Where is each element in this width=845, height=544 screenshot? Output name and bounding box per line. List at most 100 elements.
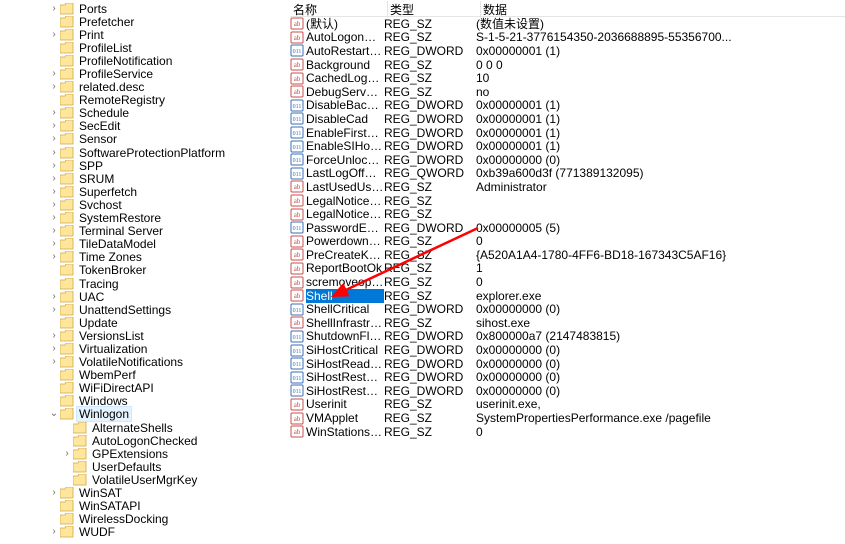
tree-item-update[interactable]: ·Update xyxy=(10,316,290,329)
value-row[interactable]: 011EnableFirstLogo...REG_DWORD0x00000001… xyxy=(290,126,845,140)
tree-item-virtualization[interactable]: ›Virtualization xyxy=(10,342,290,355)
tree-item-windows[interactable]: ·Windows xyxy=(10,395,290,408)
chevron-right-icon[interactable]: › xyxy=(49,121,59,131)
value-row[interactable]: 011SiHostReadyTi...REG_DWORD0x00000000 (… xyxy=(290,357,845,371)
value-row[interactable]: abCachedLogons...REG_SZ10 xyxy=(290,71,845,85)
tree-item-alternateshells[interactable]: ·AlternateShells xyxy=(10,421,290,434)
chevron-right-icon[interactable]: › xyxy=(49,187,59,197)
chevron-right-icon[interactable]: › xyxy=(49,30,59,40)
tree-item-winsat[interactable]: ›WinSAT xyxy=(10,486,290,499)
value-row[interactable]: 011ShellCriticalREG_DWORD0x00000000 (0) xyxy=(290,302,845,316)
value-row[interactable]: abReportBootOkREG_SZ1 xyxy=(290,262,845,276)
value-row[interactable]: 011EnableSIHostIn...REG_DWORD0x00000001 … xyxy=(290,139,845,153)
chevron-right-icon[interactable]: › xyxy=(49,305,59,315)
chevron-right-icon[interactable]: › xyxy=(49,527,59,537)
value-row[interactable]: 011LastLogOffEndT...REG_QWORD0xb39a600d3… xyxy=(290,167,845,181)
tree-item-schedule[interactable]: ›Schedule xyxy=(10,107,290,120)
tree-item-volatileusermgrkey[interactable]: ·VolatileUserMgrKey xyxy=(10,473,290,486)
chevron-right-icon[interactable]: › xyxy=(49,488,59,498)
tree-item-ports[interactable]: ›Ports xyxy=(10,2,290,15)
value-row[interactable]: 011PasswordExpiry...REG_DWORD0x00000005 … xyxy=(290,221,845,235)
chevron-right-icon[interactable]: › xyxy=(49,148,59,158)
tree-item-terminal-server[interactable]: ›Terminal Server xyxy=(10,225,290,238)
chevron-down-icon[interactable]: ⌄ xyxy=(49,409,59,419)
tree-item-wbemperf[interactable]: ·WbemPerf xyxy=(10,369,290,382)
chevron-right-icon[interactable]: › xyxy=(49,344,59,354)
tree-item-unattendsettings[interactable]: ›UnattendSettings xyxy=(10,303,290,316)
tree-item-systemrestore[interactable]: ›SystemRestore xyxy=(10,212,290,225)
tree-item-softwareprotectionplatform[interactable]: ›SoftwareProtectionPlatform xyxy=(10,146,290,159)
tree-item-uac[interactable]: ›UAC xyxy=(10,290,290,303)
tree-item-related-desc[interactable]: ›related.desc xyxy=(10,81,290,94)
chevron-right-icon[interactable]: › xyxy=(62,449,72,459)
tree-item-volatilenotifications[interactable]: ›VolatileNotifications xyxy=(10,356,290,369)
tree-item-prefetcher[interactable]: ·Prefetcher xyxy=(10,15,290,28)
chevron-right-icon[interactable]: › xyxy=(49,226,59,236)
value-row[interactable]: abLegalNoticeCap...REG_SZ xyxy=(290,194,845,208)
tree-item-superfetch[interactable]: ›Superfetch xyxy=(10,185,290,198)
tree-item-winsatapi[interactable]: ·WinSATAPI xyxy=(10,500,290,513)
value-row[interactable]: 011AutoRestartShellREG_DWORD0x00000001 (… xyxy=(290,44,845,58)
value-row[interactable]: abLastUsedUsern...REG_SZAdministrator xyxy=(290,180,845,194)
value-row[interactable]: 011SiHostCriticalREG_DWORD0x00000000 (0) xyxy=(290,343,845,357)
value-row[interactable]: abPreCreateKnow...REG_SZ{A520A1A4-1780-4… xyxy=(290,248,845,262)
registry-values-list[interactable]: 名称 类型 数据 ab(默认)REG_SZ(数值未设置)abAutoLogonS… xyxy=(290,0,845,544)
tree-item-wifidirectapi[interactable]: ·WiFiDirectAPI xyxy=(10,382,290,395)
tree-item-wirelessdocking[interactable]: ·WirelessDocking xyxy=(10,513,290,526)
tree-item-winlogon[interactable]: ⌄Winlogon xyxy=(10,408,290,421)
chevron-right-icon[interactable]: › xyxy=(49,252,59,262)
tree-item-svchost[interactable]: ›Svchost xyxy=(10,198,290,211)
value-row[interactable]: 011SiHostRestartC...REG_DWORD0x00000000 … xyxy=(290,370,845,384)
tree-item-profilelist[interactable]: ·ProfileList xyxy=(10,41,290,54)
value-row[interactable]: abPowerdownAfte...REG_SZ0 xyxy=(290,235,845,249)
value-row[interactable]: abAutoLogonSIDREG_SZS-1-5-21-3776154350-… xyxy=(290,31,845,45)
tree-item-wudf[interactable]: ›WUDF xyxy=(10,526,290,539)
chevron-right-icon[interactable]: › xyxy=(49,200,59,210)
value-row[interactable]: 011DisableBackBut...REG_DWORD0x00000001 … xyxy=(290,99,845,113)
value-row[interactable]: abDebugServerCo...REG_SZno xyxy=(290,85,845,99)
chevron-right-icon[interactable]: › xyxy=(49,174,59,184)
value-row[interactable]: 011DisableCadREG_DWORD0x00000001 (1) xyxy=(290,112,845,126)
tree-item-print[interactable]: ›Print xyxy=(10,28,290,41)
value-row[interactable]: abWinStationsDis...REG_SZ0 xyxy=(290,425,845,439)
tree-item-sensor[interactable]: ›Sensor xyxy=(10,133,290,146)
tree-item-time-zones[interactable]: ›Time Zones xyxy=(10,251,290,264)
chevron-right-icon[interactable]: › xyxy=(49,331,59,341)
value-row[interactable]: abVMAppletREG_SZSystemPropertiesPerforma… xyxy=(290,411,845,425)
chevron-right-icon[interactable]: › xyxy=(49,4,59,14)
value-row[interactable]: abUserinitREG_SZuserinit.exe, xyxy=(290,398,845,412)
chevron-right-icon[interactable]: › xyxy=(49,239,59,249)
tree-item-gpextensions[interactable]: ›GPExtensions xyxy=(10,447,290,460)
tree-item-profilenotification[interactable]: ·ProfileNotification xyxy=(10,54,290,67)
value-row[interactable]: abShellREG_SZexplorer.exe xyxy=(290,289,845,303)
chevron-right-icon[interactable]: › xyxy=(49,213,59,223)
value-row[interactable]: 011ForceUnlockLo...REG_DWORD0x00000000 (… xyxy=(290,153,845,167)
chevron-right-icon[interactable]: › xyxy=(49,108,59,118)
tree-item-userdefaults[interactable]: ·UserDefaults xyxy=(10,460,290,473)
tree-item-autologonchecked[interactable]: ·AutoLogonChecked xyxy=(10,434,290,447)
tree-item-tracing[interactable]: ·Tracing xyxy=(10,277,290,290)
tree-item-tiledatamodel[interactable]: ›TileDataModel xyxy=(10,238,290,251)
value-row[interactable]: abBackgroundREG_SZ0 0 0 xyxy=(290,58,845,72)
tree-item-srum[interactable]: ›SRUM xyxy=(10,172,290,185)
value-row[interactable]: ab(默认)REG_SZ(数值未设置) xyxy=(290,17,845,31)
value-row[interactable]: abscremoveoptionREG_SZ0 xyxy=(290,275,845,289)
value-row[interactable]: 011ShutdownFlagsREG_DWORD0x800000a7 (214… xyxy=(290,330,845,344)
tree-item-tokenbroker[interactable]: ·TokenBroker xyxy=(10,264,290,277)
chevron-right-icon[interactable]: › xyxy=(49,161,59,171)
value-row[interactable]: abShellInfrastruct...REG_SZsihost.exe xyxy=(290,316,845,330)
tree-item-spp[interactable]: ›SPP xyxy=(10,159,290,172)
value-row[interactable]: 011SiHostRestartTi...REG_DWORD0x00000000… xyxy=(290,384,845,398)
tree-item-secedit[interactable]: ›SecEdit xyxy=(10,120,290,133)
value-row[interactable]: abLegalNoticeTextREG_SZ xyxy=(290,207,845,221)
chevron-right-icon[interactable]: › xyxy=(49,292,59,302)
tree-item-remoteregistry[interactable]: ·RemoteRegistry xyxy=(10,94,290,107)
tree-item-profileservice[interactable]: ›ProfileService xyxy=(10,67,290,80)
col-header-type[interactable]: 类型 xyxy=(388,1,481,18)
tree-item-versionslist[interactable]: ›VersionsList xyxy=(10,329,290,342)
chevron-right-icon[interactable]: › xyxy=(49,134,59,144)
chevron-right-icon[interactable]: › xyxy=(49,69,59,79)
registry-tree[interactable]: ›Ports·Prefetcher›Print·ProfileList·Prof… xyxy=(10,0,290,544)
chevron-right-icon[interactable]: › xyxy=(49,357,59,367)
chevron-right-icon[interactable]: › xyxy=(49,82,59,92)
